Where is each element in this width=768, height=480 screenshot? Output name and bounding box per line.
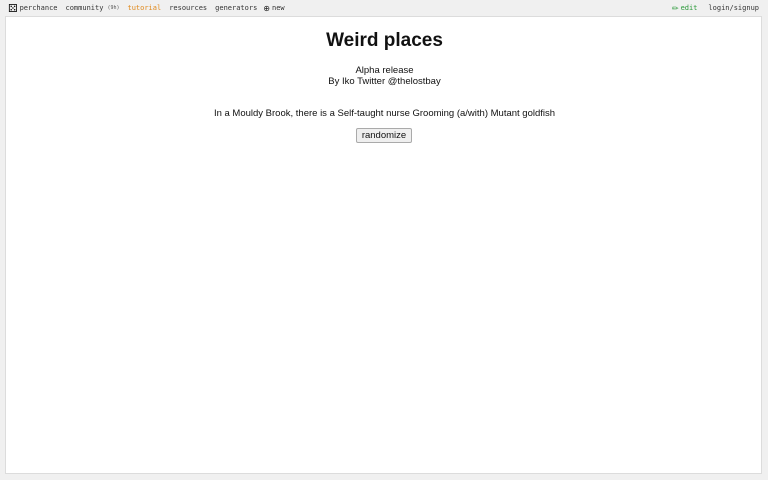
nav-new-link[interactable]: ⊕ new (263, 4, 284, 13)
brand-label: perchance (19, 4, 58, 12)
nav-resources-link[interactable]: resources (167, 4, 207, 12)
tutorial-label: tutorial (127, 4, 162, 12)
dice-logo-icon: ⚄ (8, 1, 18, 15)
nav-login-link[interactable]: login/signup (706, 4, 759, 12)
nav-community-link[interactable]: community (9h) (64, 4, 120, 12)
new-label: new (272, 4, 285, 12)
pencil-icon: ✏ (671, 3, 679, 13)
top-nav-bar: ⚄ perchance community (9h) tutorial reso… (0, 0, 768, 16)
plus-circle-icon: ⊕ (263, 3, 270, 13)
nav-right-group: ✏ edit login/signup (672, 2, 759, 14)
page-title: Weird places (326, 30, 443, 51)
author-byline: By Iko Twitter @thelostbay (328, 76, 441, 87)
randomize-button[interactable]: randomize (356, 128, 412, 143)
community-label: community (65, 4, 104, 12)
login-label: login/signup (708, 4, 759, 12)
nav-home-link[interactable]: ⚄ perchance (8, 3, 58, 14)
nav-generators-link[interactable]: generators (213, 4, 257, 12)
nav-edit-link[interactable]: ✏ edit (672, 4, 698, 13)
generator-output-panel: Weird places Alpha release By Iko Twitte… (5, 16, 762, 474)
community-badge: (9h) (107, 5, 120, 11)
nav-tutorial-link[interactable]: tutorial (125, 4, 161, 12)
generated-output-text: In a Mouldy Brook, there is a Self-taugh… (213, 108, 556, 119)
nav-left-group: ⚄ perchance community (9h) tutorial reso… (8, 2, 285, 14)
generators-label: generators (215, 4, 258, 12)
edit-label: edit (680, 4, 698, 12)
release-label: Alpha release (355, 65, 414, 76)
resources-label: resources (169, 4, 208, 12)
